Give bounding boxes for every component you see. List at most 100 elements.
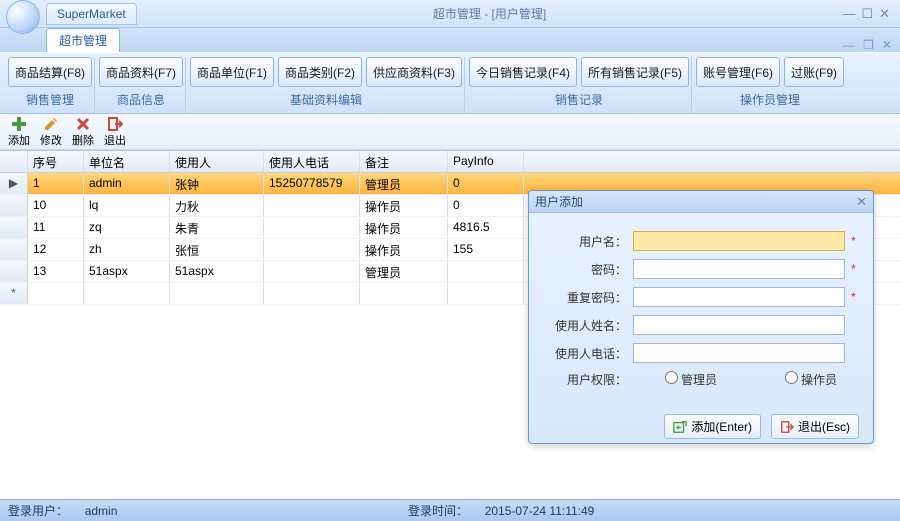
phone-label: 使用人电话： — [543, 345, 633, 362]
cell: 操作员 — [360, 195, 448, 216]
window-title: 超市管理 - [用户管理] — [137, 5, 843, 22]
mdi-close-icon[interactable]: ✕ — [882, 38, 892, 52]
document-tabs: 超市管理 — ❐ ✕ — [0, 28, 900, 52]
status-user: admin — [85, 504, 118, 518]
ribbon-group-basic: 商品单位(F1) 商品类别(F2) 供应商资料(F3) 基础资料编辑 — [188, 57, 465, 113]
password-input[interactable] — [633, 259, 845, 279]
edit-label: 修改 — [40, 132, 62, 148]
realname-label: 使用人姓名： — [543, 317, 633, 334]
cell — [264, 239, 360, 260]
required-mark: * — [851, 290, 859, 304]
maximize-button[interactable]: ☐ — [861, 6, 873, 22]
ribbon-group-label: 商品信息 — [117, 91, 165, 108]
cell: zq — [84, 217, 170, 238]
col-unit[interactable]: 单位名 — [84, 151, 170, 172]
cell: 张恒 — [170, 239, 264, 260]
password-label: 密码： — [543, 261, 633, 278]
mdi-restore-icon[interactable]: ❐ — [863, 38, 874, 52]
col-user[interactable]: 使用人 — [170, 151, 264, 172]
role-admin-option[interactable]: 管理员 — [633, 371, 723, 388]
toolbar: 添加 修改 删除 退出 — [0, 114, 900, 150]
username-input[interactable] — [633, 231, 845, 251]
delete-icon — [75, 116, 91, 132]
role-operator-radio[interactable] — [785, 371, 798, 384]
dialog-header[interactable]: 用户添加 ✕ — [529, 191, 873, 213]
add-icon — [11, 116, 27, 132]
repeat-password-input[interactable] — [633, 287, 845, 307]
ribbon-group-label: 基础资料编辑 — [290, 91, 362, 108]
app-name-tab: SuperMarket — [46, 3, 137, 25]
exit-label: 退出 — [104, 132, 126, 148]
realname-input[interactable] — [633, 315, 845, 335]
phone-input[interactable] — [633, 343, 845, 363]
cell — [0, 195, 28, 216]
product-info-button[interactable]: 商品资料(F7) — [99, 57, 183, 87]
cell: lq — [84, 195, 170, 216]
cell — [0, 239, 28, 260]
add-user-dialog: 用户添加 ✕ 用户名：* 密码：* 重复密码：* 使用人姓名： 使用人电话： 用… — [528, 190, 874, 444]
cell: 1 — [28, 173, 84, 194]
cell: 51aspx — [84, 261, 170, 282]
ribbon-group-records: 今日销售记录(F4) 所有销售记录(F5) 销售记录 — [467, 57, 692, 113]
cell: 力秋 — [170, 195, 264, 216]
cell: 10 — [28, 195, 84, 216]
cell: 操作员 — [360, 239, 448, 260]
ribbon-group-label: 销售管理 — [26, 91, 74, 108]
role-admin-radio[interactable] — [665, 371, 678, 384]
status-user-label: 登录用户： — [8, 504, 68, 518]
app-orb[interactable] — [6, 0, 40, 34]
cell: 12 — [28, 239, 84, 260]
grid-header: 序号 单位名 使用人 使用人电话 备注 PayInfo — [0, 151, 900, 173]
role-label: 用户权限： — [543, 371, 633, 388]
posting-button[interactable]: 过账(F9) — [784, 57, 844, 87]
exit-icon — [107, 116, 123, 132]
tab-management[interactable]: 超市管理 — [46, 28, 120, 52]
role-operator-option[interactable]: 操作员 — [753, 371, 843, 388]
dialog-close-icon[interactable]: ✕ — [856, 194, 867, 210]
status-bar: 登录用户： admin 登录时间： 2015-07-24 11:11:49 — [0, 499, 900, 521]
edit-button[interactable]: 修改 — [38, 116, 64, 148]
dialog-exit-button[interactable]: 退出(Esc) — [771, 414, 859, 439]
dialog-title: 用户添加 — [535, 193, 856, 210]
col-seq[interactable]: 序号 — [28, 151, 84, 172]
unit-button[interactable]: 商品单位(F1) — [190, 57, 274, 87]
add-icon — [673, 420, 687, 434]
add-button[interactable]: 添加 — [6, 116, 32, 148]
required-mark: * — [851, 234, 859, 248]
account-button[interactable]: 账号管理(F6) — [696, 57, 780, 87]
ribbon: 商品结算(F8) 销售管理 商品资料(F7) 商品信息 商品单位(F1) 商品类… — [0, 52, 900, 114]
cell: 管理员 — [360, 261, 448, 282]
ribbon-group-label: 销售记录 — [555, 91, 603, 108]
cell: ▶ — [0, 173, 28, 194]
cell: zh — [84, 239, 170, 260]
supplier-button[interactable]: 供应商资料(F3) — [366, 57, 462, 87]
all-sales-button[interactable]: 所有销售记录(F5) — [581, 57, 689, 87]
cell — [0, 261, 28, 282]
cell — [264, 217, 360, 238]
checkout-button[interactable]: 商品结算(F8) — [8, 57, 92, 87]
cell: 155 — [448, 239, 524, 260]
cell — [264, 261, 360, 282]
col-phone[interactable]: 使用人电话 — [264, 151, 360, 172]
close-button[interactable]: ✕ — [879, 6, 890, 22]
edit-icon — [43, 116, 59, 132]
exit-button[interactable]: 退出 — [102, 116, 128, 148]
cell: 0 — [448, 173, 524, 194]
delete-button[interactable]: 删除 — [70, 116, 96, 148]
exit-icon — [780, 420, 794, 434]
minimize-button[interactable]: — — [842, 6, 855, 22]
category-button[interactable]: 商品类别(F2) — [278, 57, 362, 87]
col-remark[interactable]: 备注 — [360, 151, 448, 172]
col-payinfo[interactable]: PayInfo — [448, 151, 524, 172]
col-indicator[interactable] — [0, 151, 28, 172]
delete-label: 删除 — [72, 132, 94, 148]
cell: 51aspx — [170, 261, 264, 282]
title-bar: SuperMarket 超市管理 - [用户管理] — ☐ ✕ — [0, 0, 900, 28]
cell: 13 — [28, 261, 84, 282]
dialog-add-button[interactable]: 添加(Enter) — [664, 414, 761, 439]
cell: 15250778579 — [264, 173, 360, 194]
mdi-minimize-icon[interactable]: — — [843, 38, 855, 52]
status-time: 2015-07-24 11:11:49 — [485, 504, 595, 518]
today-sales-button[interactable]: 今日销售记录(F4) — [469, 57, 577, 87]
cell: 11 — [28, 217, 84, 238]
